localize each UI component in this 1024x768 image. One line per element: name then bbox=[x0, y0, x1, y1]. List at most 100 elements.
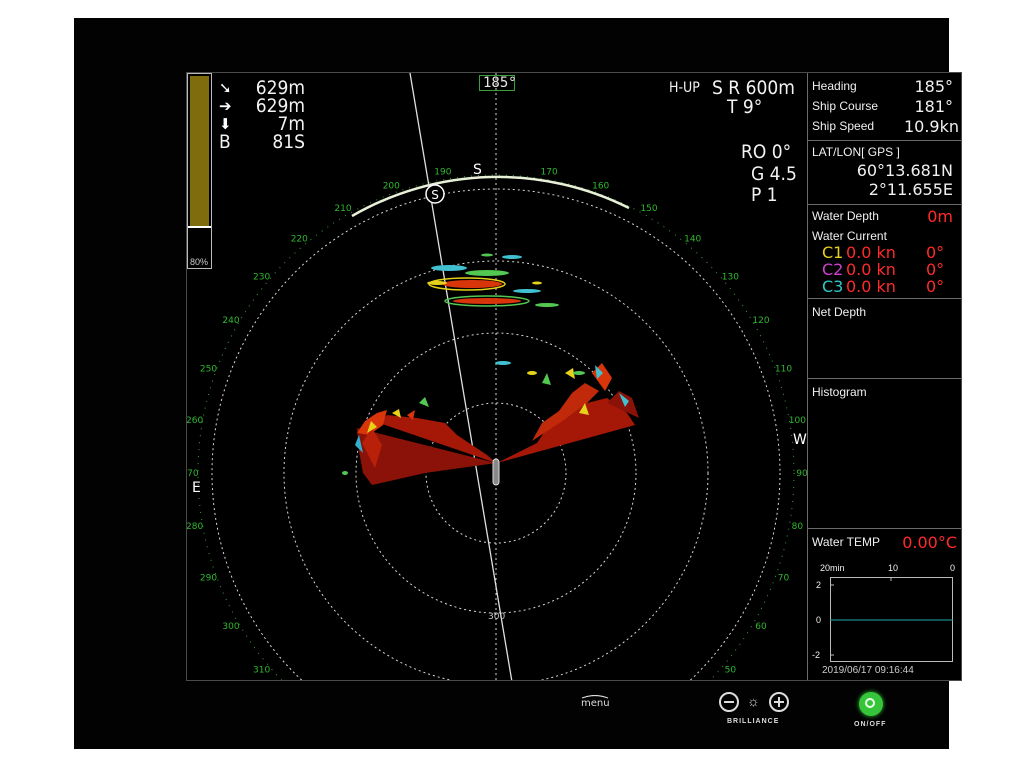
current-direction: 0° bbox=[926, 277, 945, 296]
sonar-display[interactable]: 50 60 70 80 90 100 110 120 130 140 150 160 170 190 200… bbox=[187, 73, 807, 681]
compass-tick-label: 90 bbox=[796, 469, 807, 479]
gain-level-fill bbox=[190, 76, 209, 226]
histogram-section: Histogram bbox=[808, 379, 961, 529]
sonar-range: S R 600m bbox=[712, 77, 795, 99]
compass-tick-label: 80 bbox=[792, 522, 804, 532]
heading-indicator: 185° bbox=[479, 75, 517, 91]
range-row: B 81S bbox=[217, 131, 317, 153]
net-depth-section: Net Depth bbox=[808, 299, 961, 379]
tilt-value: T 9° bbox=[727, 96, 763, 118]
water-current-label: Water Current bbox=[812, 229, 887, 243]
compass-tick-label: 290 bbox=[200, 574, 217, 584]
compass-tick-label: 270 bbox=[187, 469, 199, 479]
compass-tick-label: 70 bbox=[778, 574, 790, 584]
heading-label: Heading bbox=[812, 79, 857, 93]
p-value: P 1 bbox=[751, 184, 778, 206]
ship-course-label: Ship Course bbox=[812, 99, 879, 113]
net-depth-label: Net Depth bbox=[812, 305, 867, 319]
display-mode: H-UP bbox=[669, 80, 700, 96]
power-button[interactable]: ON/OFF bbox=[854, 691, 888, 731]
gain-level-label: 80% bbox=[190, 257, 209, 267]
compass-tick-label: 200 bbox=[383, 182, 400, 192]
water-depth-value: 0m bbox=[927, 207, 953, 226]
compass-tick-label: 210 bbox=[334, 204, 351, 214]
compass-tick-label: 260 bbox=[187, 416, 203, 426]
own-ship-icon bbox=[492, 458, 500, 486]
compass-tick-label: 300 bbox=[222, 622, 239, 632]
right-arrow-icon: ➔ bbox=[219, 98, 232, 115]
compass-tick-label: 60 bbox=[755, 622, 767, 632]
ship-speed-label: Ship Speed bbox=[812, 119, 875, 133]
bearing-line[interactable] bbox=[409, 73, 513, 681]
ro-value: RO 0° bbox=[741, 141, 792, 163]
south-label: S bbox=[473, 162, 482, 178]
timestamp: 2019/06/17 09:16:44 bbox=[822, 665, 914, 676]
graph-x-label: 10 bbox=[888, 563, 899, 573]
compass-tick-label: 120 bbox=[752, 316, 769, 326]
menu-label: menu bbox=[581, 698, 610, 709]
display-bezel: 50 60 70 80 90 100 110 120 130 140 150 160 170 190 200… bbox=[74, 18, 962, 749]
graph-x-label: 0 bbox=[950, 563, 956, 573]
compass-tick-label: 220 bbox=[291, 235, 308, 245]
minus-icon bbox=[724, 701, 734, 703]
latitude-value: 60°13.681N bbox=[856, 161, 953, 180]
current-row: C2 0.0 kn 0° bbox=[822, 260, 957, 279]
graph-x-label: 20min bbox=[820, 563, 845, 573]
temperature-graph bbox=[830, 577, 953, 662]
down-right-arrow-icon: ➘ bbox=[219, 80, 232, 97]
compass-tick-label: 280 bbox=[187, 522, 203, 532]
brilliance-control: ☼ BRILLIANCE bbox=[719, 690, 794, 730]
range-label-300: 300 bbox=[488, 612, 505, 622]
water-temp-value: 0.00°C bbox=[902, 533, 957, 552]
water-depth-label: Water Depth bbox=[812, 209, 879, 223]
compass-tick-label: 310 bbox=[253, 666, 270, 676]
compass-tick-label: 160 bbox=[592, 182, 609, 192]
water-temp-label: Water TEMP bbox=[812, 535, 881, 549]
east-label: E bbox=[192, 480, 201, 496]
latlon-label: LAT/LON[ GPS ] bbox=[812, 145, 900, 159]
ship-speed-value: 10.9kn bbox=[903, 117, 959, 136]
compass-tick-label: 240 bbox=[222, 316, 239, 326]
graph-y-label: 0 bbox=[816, 615, 822, 625]
ship-course-value: 181° bbox=[914, 97, 953, 116]
sonar-screen: 50 60 70 80 90 100 110 120 130 140 150 160 170 190 200… bbox=[186, 72, 962, 681]
compass-tick-label: 230 bbox=[253, 272, 270, 282]
graph-y-label: -2 bbox=[812, 650, 821, 660]
bearing-letter: B bbox=[219, 131, 231, 153]
menu-button[interactable]: menu bbox=[579, 694, 611, 709]
brilliance-increase-button[interactable] bbox=[769, 692, 789, 712]
bearing-marker-label: S bbox=[431, 188, 439, 202]
graph-y-label: 2 bbox=[816, 580, 822, 590]
current-row: C3 0.0 kn 0° bbox=[822, 277, 957, 296]
heading-value: 185° bbox=[914, 77, 953, 96]
compass-tick-label: 50 bbox=[725, 666, 737, 676]
brilliance-decrease-button[interactable] bbox=[719, 692, 739, 712]
compass-tick-label: 190 bbox=[434, 168, 451, 178]
water-section: Water Depth 0m Water Current C1 0.0 kn 0… bbox=[808, 205, 961, 299]
compass-tick-label: 150 bbox=[640, 204, 657, 214]
current-row: C1 0.0 kn 0° bbox=[822, 243, 957, 262]
compass-tick-label: 100 bbox=[789, 416, 806, 426]
compass-tick-label: 130 bbox=[722, 272, 739, 282]
compass-tick-label: 250 bbox=[200, 364, 217, 374]
range-readouts: ➘ 629m ➔ 629m ⬇ 7m B 81S bbox=[217, 79, 317, 159]
power-label: ON/OFF bbox=[854, 721, 887, 728]
current-name: C3 bbox=[822, 277, 844, 296]
longitude-value: 2°11.655E bbox=[868, 180, 953, 199]
info-panel: Heading 185° Ship Course 181° Ship Speed… bbox=[807, 73, 961, 680]
bearing-marker-icon[interactable]: S bbox=[425, 184, 445, 204]
west-label: W bbox=[793, 432, 807, 448]
compass-tick-labels: 50 60 70 80 90 100 110 120 130 140 150 160 170 190 200… bbox=[187, 168, 807, 676]
ship-section: Heading 185° Ship Course 181° Ship Speed… bbox=[808, 73, 961, 141]
temperature-section: Water TEMP 0.00°C 20min 10 0 2 0 -2 2019… bbox=[808, 529, 961, 680]
histogram-label: Histogram bbox=[812, 385, 867, 399]
current-speed: 0.0 kn bbox=[846, 277, 896, 296]
gain-level-bar: 80% bbox=[187, 73, 212, 269]
position-section: LAT/LON[ GPS ] 60°13.681N 2°11.655E bbox=[808, 141, 961, 205]
brilliance-label: BRILLIANCE bbox=[727, 718, 780, 725]
heading-indicator-value: 185° bbox=[483, 75, 517, 91]
compass-tick-label: 170 bbox=[541, 168, 558, 178]
gain-value: G 4.5 bbox=[751, 163, 797, 185]
compass-tick-label: 110 bbox=[775, 364, 792, 374]
sun-icon: ☼ bbox=[747, 693, 760, 709]
